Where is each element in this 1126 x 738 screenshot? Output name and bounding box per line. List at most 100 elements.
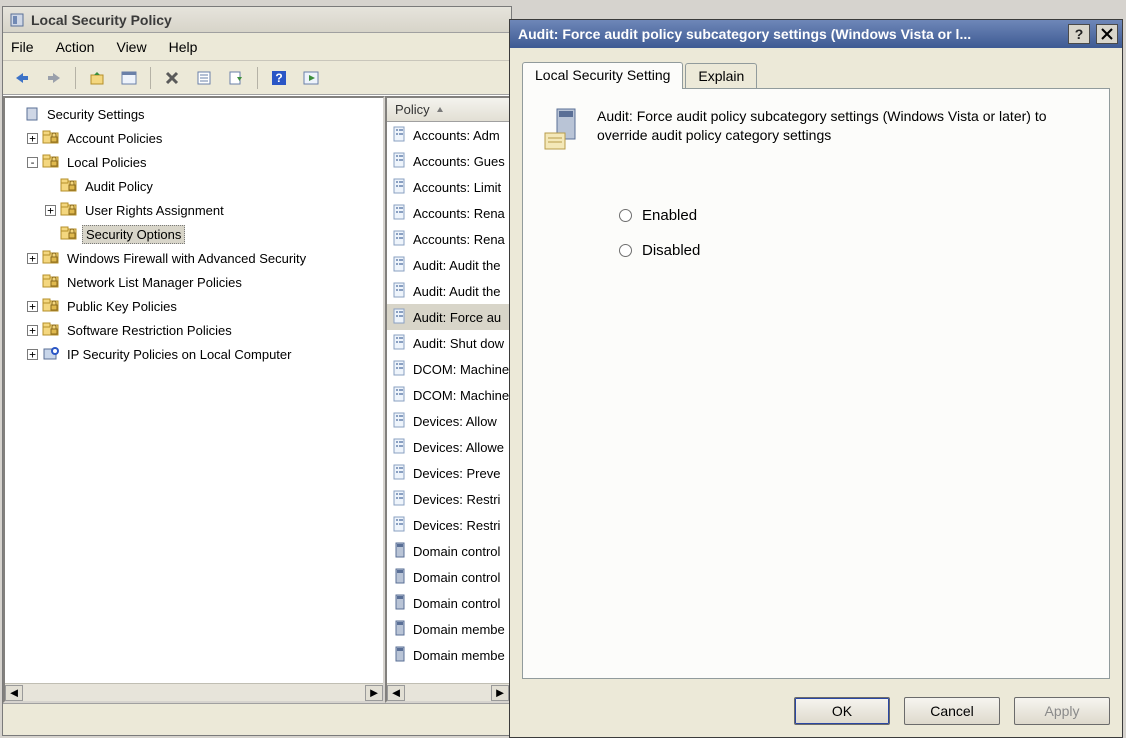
radio-disabled[interactable]: Disabled xyxy=(619,242,1089,259)
expand-icon[interactable]: + xyxy=(27,133,38,144)
list-item[interactable]: Domain control xyxy=(387,564,509,590)
tree-pane[interactable]: Security Settings +Account Policies - Loca… xyxy=(3,96,385,703)
policy-header: Audit: Force audit policy subcategory se… xyxy=(543,107,1089,151)
list-item-label: Audit: Shut dow xyxy=(413,336,504,351)
expand-icon[interactable]: + xyxy=(45,205,56,216)
folder-icon xyxy=(42,249,60,268)
list-item[interactable]: Devices: Allowe xyxy=(387,434,509,460)
list-item[interactable]: Accounts: Gues xyxy=(387,148,509,174)
policy-description: Audit: Force audit policy subcategory se… xyxy=(597,107,1057,151)
list-item[interactable]: Accounts: Rena xyxy=(387,226,509,252)
ok-button[interactable]: OK xyxy=(794,697,890,725)
tree-item[interactable]: Network List Manager Policies xyxy=(27,270,381,294)
list-item[interactable]: Accounts: Rena xyxy=(387,200,509,226)
policy-icon xyxy=(391,282,409,301)
menu-file[interactable]: File xyxy=(11,39,34,55)
list-item[interactable]: Audit: Audit the xyxy=(387,252,509,278)
tree-item[interactable]: Security Options xyxy=(45,222,381,246)
up-button[interactable] xyxy=(84,65,110,91)
tree-item-label: Network List Manager Policies xyxy=(64,274,245,291)
list-item-label: Domain control xyxy=(413,570,500,585)
tree-root-label: Security Settings xyxy=(44,106,148,123)
tree-item-label: Public Key Policies xyxy=(64,298,180,315)
help-button[interactable]: ? xyxy=(266,65,292,91)
list-item[interactable]: Devices: Preve xyxy=(387,460,509,486)
list-item[interactable]: DCOM: Machine xyxy=(387,356,509,382)
dialog-close-button[interactable] xyxy=(1096,24,1118,44)
list-item[interactable]: Accounts: Limit xyxy=(387,174,509,200)
list-item[interactable]: Domain control xyxy=(387,590,509,616)
expand-icon[interactable]: + xyxy=(27,253,38,264)
list-h-scrollbar[interactable]: ◄ ► xyxy=(387,683,509,701)
menu-help[interactable]: Help xyxy=(169,39,198,55)
dialog-titlebar[interactable]: Audit: Force audit policy subcategory se… xyxy=(510,20,1122,48)
export-button[interactable] xyxy=(223,65,249,91)
expand-icon[interactable]: + xyxy=(27,325,38,336)
folder-icon xyxy=(42,297,60,316)
scroll-left-icon[interactable]: ◄ xyxy=(387,685,405,701)
menu-action[interactable]: Action xyxy=(56,39,95,55)
list-item[interactable]: Audit: Audit the xyxy=(387,278,509,304)
list-item[interactable]: Domain membe xyxy=(387,616,509,642)
policy-icon xyxy=(391,334,409,353)
scroll-left-icon[interactable]: ◄ xyxy=(5,685,23,701)
collapse-icon[interactable]: - xyxy=(27,157,38,168)
list-item[interactable]: Accounts: Adm xyxy=(387,122,509,148)
scroll-right-icon[interactable]: ► xyxy=(491,685,509,701)
show-hide-button[interactable] xyxy=(116,65,142,91)
list-body[interactable]: Accounts: AdmAccounts: GuesAccounts: Lim… xyxy=(387,122,509,683)
apply-button[interactable]: Apply xyxy=(1014,697,1110,725)
list-item[interactable]: Domain control xyxy=(387,538,509,564)
tree-h-scrollbar[interactable]: ◄ ► xyxy=(5,683,383,701)
mmc-window: Local Security Policy File Action View H… xyxy=(2,6,512,736)
tab-explain[interactable]: Explain xyxy=(685,63,757,88)
radio-enabled-label: Enabled xyxy=(642,207,697,224)
tree-root[interactable]: Security Settings xyxy=(9,102,381,126)
run-button[interactable] xyxy=(298,65,324,91)
list-item[interactable]: Audit: Force au xyxy=(387,304,509,330)
tree-item[interactable]: + IP Security Policies on Local Computer xyxy=(27,342,381,366)
folder-icon xyxy=(42,273,60,292)
panel-icon xyxy=(121,70,137,86)
tree-item[interactable]: +User Rights Assignment xyxy=(45,198,381,222)
shield-icon xyxy=(24,106,40,122)
cancel-button[interactable]: Cancel xyxy=(904,697,1000,725)
expand-icon[interactable]: + xyxy=(27,301,38,312)
server-icon xyxy=(391,620,409,639)
tab-local-security-setting[interactable]: Local Security Setting xyxy=(522,62,683,89)
list-item-label: Audit: Audit the xyxy=(413,258,500,273)
back-button[interactable] xyxy=(9,65,35,91)
tree-item[interactable]: + Public Key Policies xyxy=(27,294,381,318)
tree-item-label: IP Security Policies on Local Computer xyxy=(64,346,294,363)
delete-button[interactable] xyxy=(159,65,185,91)
tree-item[interactable]: +Software Restriction Policies xyxy=(27,318,381,342)
list-item[interactable]: Domain membe xyxy=(387,642,509,668)
list-item[interactable]: Audit: Shut dow xyxy=(387,330,509,356)
policy-icon xyxy=(391,230,409,249)
server-icon xyxy=(391,594,409,613)
list-item[interactable]: Devices: Restri xyxy=(387,512,509,538)
tree-item[interactable]: + Windows Firewall with Advanced Security xyxy=(27,246,381,270)
tree-item[interactable]: Audit Policy xyxy=(45,174,381,198)
tree-item-label: Windows Firewall with Advanced Security xyxy=(64,250,309,267)
radio-enabled[interactable]: Enabled xyxy=(619,207,1089,224)
list-item[interactable]: Devices: Allow xyxy=(387,408,509,434)
forward-button[interactable] xyxy=(41,65,67,91)
policy-icon xyxy=(391,386,409,405)
expand-icon[interactable]: + xyxy=(27,349,38,360)
dialog-help-button[interactable]: ? xyxy=(1068,24,1090,44)
window-title: Local Security Policy xyxy=(31,12,172,28)
list-item[interactable]: Devices: Restri xyxy=(387,486,509,512)
app-icon xyxy=(9,12,25,28)
tree-item[interactable]: +Account Policies xyxy=(27,126,381,150)
list-item-label: Devices: Allow xyxy=(413,414,497,429)
tree-item-label: Local Policies xyxy=(64,154,150,171)
list-item[interactable]: DCOM: Machine xyxy=(387,382,509,408)
folder-icon xyxy=(42,321,60,340)
scroll-right-icon[interactable]: ► xyxy=(365,685,383,701)
properties-button[interactable] xyxy=(191,65,217,91)
column-header-policy[interactable]: Policy xyxy=(387,98,509,122)
server-icon xyxy=(391,542,409,561)
tree-item[interactable]: - Local Policies xyxy=(27,150,381,174)
menu-view[interactable]: View xyxy=(116,39,146,55)
